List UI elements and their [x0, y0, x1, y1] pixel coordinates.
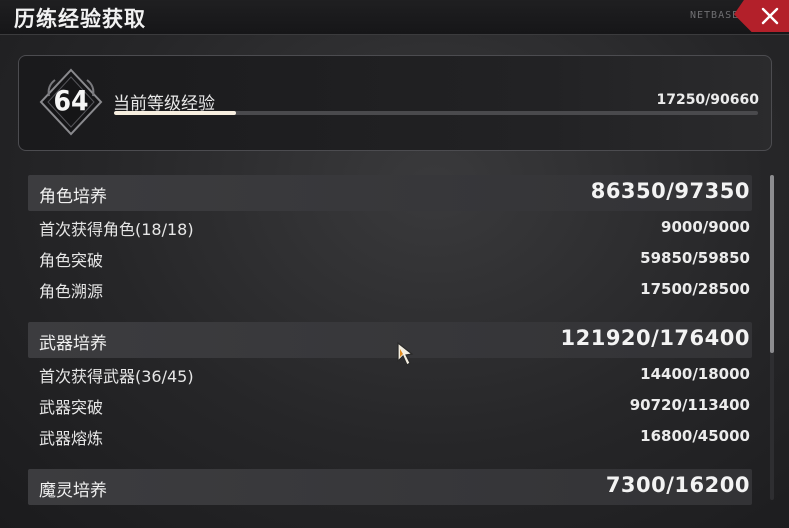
window-title: 历练经验获取 — [14, 7, 146, 31]
item-label: 武器突破 — [39, 398, 104, 417]
item-value: 59850/59850 — [640, 249, 750, 267]
section-weapon: 武器培养 121920/176400 — [28, 322, 752, 358]
item-label: 角色突破 — [39, 251, 104, 270]
item-value: 17500/28500 — [640, 280, 750, 298]
list-item: 武器突破 90720/113400 — [28, 389, 752, 420]
item-value: 14400/18000 — [640, 365, 750, 383]
section-label: 魔灵培养 — [39, 481, 107, 501]
level-number: 64 — [53, 84, 89, 117]
section-value: 86350/97350 — [590, 179, 750, 203]
exp-source-list[interactable]: 角色培养 86350/97350 首次获得角色(18/18) 9000/9000… — [28, 175, 752, 505]
section-spirit: 魔灵培养 7300/16200 — [28, 469, 752, 505]
section-value: 7300/16200 — [605, 473, 750, 497]
scrollbar[interactable] — [770, 175, 774, 500]
exp-progress-bar — [114, 111, 758, 115]
item-label: 武器熔炼 — [39, 429, 104, 448]
item-label: 首次获得武器(36/45) — [39, 367, 194, 386]
section-label: 角色培养 — [39, 187, 107, 207]
current-level-panel: 64 当前等级经验 17250/90660 — [18, 55, 772, 151]
list-item: 武器熔炼 16800/45000 — [28, 420, 752, 451]
item-value: 9000/9000 — [661, 218, 750, 236]
item-label: 角色溯源 — [39, 282, 104, 301]
scrollbar-thumb[interactable] — [770, 175, 774, 353]
list-item: 角色突破 59850/59850 — [28, 242, 752, 273]
item-value: 16800/45000 — [640, 427, 750, 445]
close-button[interactable] — [734, 0, 789, 32]
brand-mark: NETBASE — [690, 10, 740, 21]
section-label: 武器培养 — [39, 334, 107, 354]
list-item: 首次获得武器(36/45) 14400/18000 — [28, 358, 752, 389]
mouse-cursor-icon — [397, 341, 414, 366]
item-label: 首次获得角色(18/18) — [39, 220, 194, 239]
exp-progress-fill — [114, 111, 237, 115]
title-bar: 历练经验获取 NETBASE — [0, 0, 789, 35]
level-exp-value: 17250/90660 — [656, 92, 759, 108]
list-item: 首次获得角色(18/18) 9000/9000 — [28, 211, 752, 242]
item-value: 90720/113400 — [629, 396, 750, 414]
list-item: 角色溯源 17500/28500 — [28, 273, 752, 304]
close-icon — [761, 7, 779, 25]
section-value: 121920/176400 — [560, 326, 750, 350]
section-character: 角色培养 86350/97350 — [28, 175, 752, 211]
